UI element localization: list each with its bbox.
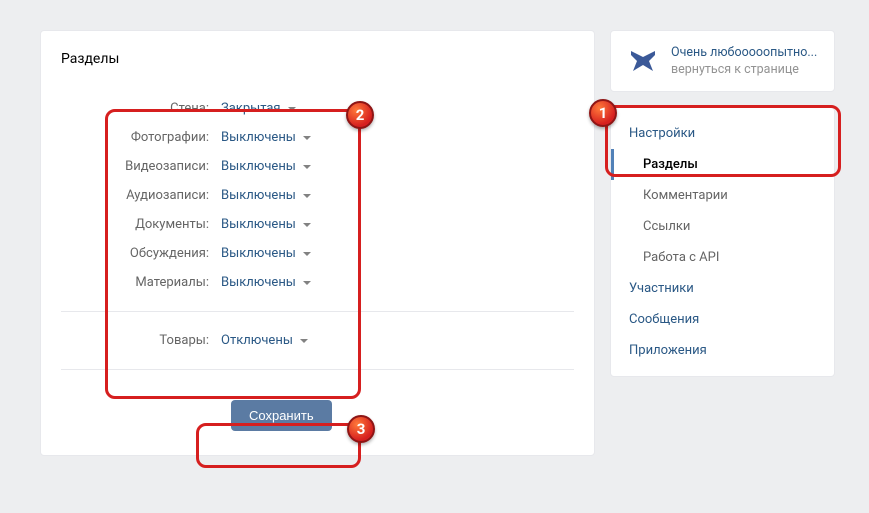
chevron-down-icon [303, 281, 311, 285]
row-videos: Видеозаписи: Выключены [61, 152, 574, 181]
value-docs: Выключены [221, 217, 296, 232]
divider [61, 369, 574, 370]
chevron-down-icon [303, 165, 311, 169]
select-materials[interactable]: Выключены [221, 275, 311, 290]
chevron-down-icon [303, 223, 311, 227]
main-content-panel: Разделы Стена: Закрытая Фотографии: Выкл… [40, 30, 595, 456]
save-button[interactable]: Сохранить [231, 400, 332, 431]
nav-members[interactable]: Участники [611, 273, 834, 304]
value-photos: Выключены [221, 130, 296, 145]
chevron-down-icon [300, 339, 308, 343]
label-videos: Видеозаписи: [61, 159, 221, 174]
nav-sections[interactable]: Разделы [611, 149, 834, 180]
value-videos: Выключены [221, 159, 296, 174]
nav-apps[interactable]: Приложения [611, 335, 834, 366]
row-discuss: Обсуждения: Выключены [61, 239, 574, 268]
community-logo-icon [625, 43, 661, 79]
label-docs: Документы: [61, 217, 221, 232]
chevron-down-icon [303, 136, 311, 140]
sidebar: Очень любооооопытно... вернуться к стран… [610, 30, 835, 456]
settings-nav: Настройки Разделы Комментарии Ссылки Раб… [610, 107, 835, 377]
row-goods: Товары: Отключены [61, 326, 574, 355]
chevron-down-icon [303, 252, 311, 256]
row-materials: Материалы: Выключены [61, 268, 574, 297]
label-photos: Фотографии: [61, 130, 221, 145]
select-discuss[interactable]: Выключены [221, 246, 311, 261]
select-audio[interactable]: Выключены [221, 188, 311, 203]
nav-settings[interactable]: Настройки [611, 118, 834, 149]
nav-api[interactable]: Работа с API [611, 242, 834, 273]
nav-messages[interactable]: Сообщения [611, 304, 834, 335]
label-audio: Аудиозаписи: [61, 188, 221, 203]
value-audio: Выключены [221, 188, 296, 203]
row-audio: Аудиозаписи: Выключены [61, 181, 574, 210]
community-card[interactable]: Очень любооооопытно... вернуться к стран… [610, 30, 835, 92]
nav-links[interactable]: Ссылки [611, 211, 834, 242]
label-materials: Материалы: [61, 275, 221, 290]
select-photos[interactable]: Выключены [221, 130, 311, 145]
value-discuss: Выключены [221, 246, 296, 261]
divider [61, 311, 574, 312]
community-name: Очень любооооопытно... [671, 44, 817, 62]
select-videos[interactable]: Выключены [221, 159, 311, 174]
label-discuss: Обсуждения: [61, 246, 221, 261]
label-wall: Стена: [61, 101, 221, 116]
chevron-down-icon [303, 194, 311, 198]
row-wall: Стена: Закрытая [61, 94, 574, 123]
value-wall: Закрытая [221, 101, 281, 116]
nav-comments[interactable]: Комментарии [611, 180, 834, 211]
select-wall[interactable]: Закрытая [221, 101, 296, 116]
value-goods: Отключены [221, 333, 293, 348]
page-title: Разделы [41, 31, 594, 79]
back-to-page-link[interactable]: вернуться к странице [671, 61, 817, 79]
label-goods: Товары: [61, 333, 221, 348]
row-docs: Документы: Выключены [61, 210, 574, 239]
chevron-down-icon [288, 107, 296, 111]
select-goods[interactable]: Отключены [221, 333, 308, 348]
value-materials: Выключены [221, 275, 296, 290]
select-docs[interactable]: Выключены [221, 217, 311, 232]
row-photos: Фотографии: Выключены [61, 123, 574, 152]
